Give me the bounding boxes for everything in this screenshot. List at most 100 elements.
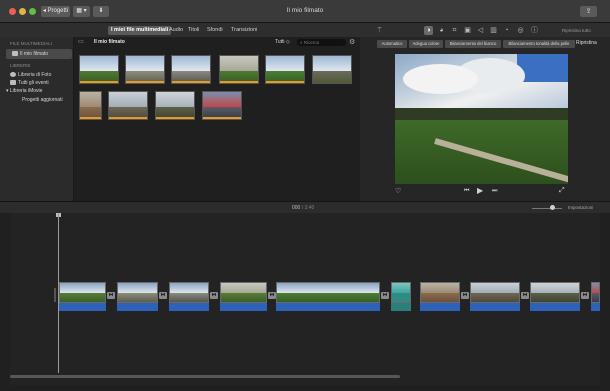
white-balance-button[interactable]: Bilanciamento del bianco bbox=[445, 40, 501, 48]
equalizer-icon[interactable]: ▥ bbox=[489, 26, 498, 35]
skip-forward-icon[interactable]: ⏭ bbox=[492, 188, 497, 195]
timeline-clip-title[interactable] bbox=[391, 282, 411, 303]
timeline-clip[interactable] bbox=[220, 282, 267, 303]
sidebar-item-imovie-library[interactable]: ▾ Libreria iMovie bbox=[6, 88, 42, 94]
media-clip[interactable] bbox=[125, 55, 165, 84]
projects-button[interactable]: ◂ Progetti bbox=[41, 6, 70, 17]
events-icon bbox=[10, 80, 16, 86]
transition-icon[interactable]: ⧓ bbox=[521, 292, 529, 299]
audio-waveform[interactable] bbox=[276, 303, 380, 311]
match-color-button[interactable]: Adegua colore bbox=[409, 40, 443, 48]
timecode: 000 / 3:40 bbox=[292, 205, 314, 211]
audio-waveform[interactable] bbox=[220, 303, 267, 311]
tab-titles[interactable]: Titoli bbox=[185, 26, 202, 35]
timeline-clip[interactable] bbox=[117, 282, 158, 303]
audio-waveform[interactable] bbox=[470, 303, 520, 311]
video-preview bbox=[395, 54, 568, 184]
timeline: ⧓ ⧓ ⧓ ⧓ ⧓ ⧓ ⧓ ⧓ bbox=[0, 213, 610, 391]
zoom-slider-knob[interactable] bbox=[550, 205, 555, 210]
timeline-clip[interactable] bbox=[59, 282, 106, 303]
media-clip[interactable] bbox=[171, 55, 211, 84]
volume-icon[interactable]: ◁ bbox=[476, 26, 485, 35]
tab-transitions[interactable]: Transizioni bbox=[228, 26, 260, 35]
timeline-clip[interactable] bbox=[470, 282, 520, 303]
toolbar: I miei file multimediali Audio Titoli Sf… bbox=[0, 23, 610, 37]
film-icon bbox=[12, 51, 18, 57]
maximize-window-button[interactable] bbox=[29, 8, 36, 15]
media-clip[interactable] bbox=[108, 91, 148, 120]
sidebar-item-label: Libreria di Foto bbox=[18, 72, 52, 78]
transition-icon[interactable]: ⧓ bbox=[381, 292, 389, 299]
window-title: Il mio filmato bbox=[286, 7, 324, 14]
timeline-clip[interactable] bbox=[169, 282, 209, 303]
zoom-slider[interactable] bbox=[532, 208, 562, 209]
stabilization-icon[interactable]: ▣ bbox=[463, 26, 472, 35]
transition-icon[interactable]: ⧓ bbox=[159, 292, 167, 299]
transition-icon[interactable]: ⧓ bbox=[107, 292, 115, 299]
import-icon[interactable]: ⬇ bbox=[93, 6, 109, 17]
tab-backgrounds[interactable]: Sfondi bbox=[204, 26, 226, 35]
sidebar-item-all-events[interactable]: Tutti gli eventi bbox=[10, 80, 49, 86]
skin-tone-balance-button[interactable]: Bilanciamento tonalità della pelle bbox=[503, 40, 575, 48]
reset-button[interactable]: Ripristina bbox=[576, 40, 597, 46]
audio-waveform[interactable] bbox=[420, 303, 460, 311]
color-correction-icon[interactable]: ◕ bbox=[437, 26, 446, 35]
tab-my-media[interactable]: I miei file multimediali bbox=[108, 26, 172, 35]
view-options-button[interactable]: ▦ ▾ bbox=[73, 6, 90, 17]
audio-waveform[interactable] bbox=[117, 303, 158, 311]
transition-icon[interactable]: ⧓ bbox=[581, 292, 589, 299]
timeline-clip[interactable] bbox=[530, 282, 580, 303]
sidebar-item-label: Il mio filmato bbox=[20, 51, 49, 57]
transition-icon[interactable]: ⧓ bbox=[210, 292, 218, 299]
close-window-button[interactable] bbox=[9, 8, 16, 15]
media-clip[interactable] bbox=[202, 91, 242, 120]
audio-waveform[interactable] bbox=[59, 303, 106, 311]
media-clip[interactable] bbox=[155, 91, 195, 120]
play-icon[interactable]: ▶ bbox=[477, 186, 483, 195]
favorite-heart-icon[interactable]: ♡ bbox=[395, 187, 401, 195]
search-input[interactable]: ⌕ Ricerca bbox=[297, 39, 346, 46]
timeline-scrollbar[interactable] bbox=[10, 375, 400, 378]
fullscreen-icon[interactable]: ⤢ bbox=[559, 187, 565, 195]
share-icon[interactable]: ⇪ bbox=[580, 6, 597, 17]
speed-icon[interactable]: ◔ bbox=[502, 26, 511, 35]
crop-icon[interactable]: ⌗ bbox=[450, 26, 459, 35]
timeline-header: 000 / 3:40 Impostazioni bbox=[0, 201, 610, 213]
audio-waveform[interactable] bbox=[391, 303, 411, 311]
timeline-start-edge bbox=[54, 288, 56, 302]
browser-title: Il mio filmato bbox=[94, 39, 125, 45]
sidebar-item-photos-library[interactable]: Libreria di Foto bbox=[10, 72, 51, 78]
audio-waveform[interactable] bbox=[530, 303, 580, 311]
timeline-clip[interactable] bbox=[420, 282, 460, 303]
media-clip[interactable] bbox=[265, 55, 305, 84]
sidebar-item-label: Progetti aggiornati bbox=[22, 97, 63, 103]
media-clip[interactable] bbox=[312, 55, 352, 84]
timeline-clip[interactable] bbox=[276, 282, 380, 303]
skip-back-icon[interactable]: ⏮ bbox=[464, 188, 469, 195]
filter-dropdown[interactable]: Tutti ◇ bbox=[275, 39, 290, 45]
sidebar-toggle-icon[interactable]: ▭ bbox=[78, 38, 84, 45]
minimize-window-button[interactable] bbox=[19, 8, 26, 15]
gear-icon[interactable]: ⚙ bbox=[349, 38, 355, 46]
sidebar-item-my-movie[interactable]: Il mio filmato bbox=[12, 51, 48, 57]
current-time: 000 bbox=[292, 205, 301, 211]
settings-button[interactable]: Impostazioni bbox=[568, 205, 593, 210]
filter-icon[interactable]: ◎ bbox=[516, 26, 525, 35]
auto-button[interactable]: Automatico bbox=[377, 40, 407, 48]
tab-audio[interactable]: Audio bbox=[166, 26, 186, 35]
magic-wand-icon[interactable]: ⚚ bbox=[375, 26, 384, 35]
media-clip[interactable] bbox=[79, 91, 102, 120]
media-clip[interactable] bbox=[219, 55, 259, 84]
audio-waveform[interactable] bbox=[169, 303, 209, 311]
reset-all-button[interactable]: Ripristina tutto bbox=[562, 28, 591, 33]
color-balance-icon[interactable]: ◑ bbox=[424, 26, 433, 35]
sidebar-item-updated-projects[interactable]: Progetti aggiornati bbox=[22, 97, 63, 103]
audio-waveform[interactable] bbox=[591, 303, 600, 311]
info-icon[interactable]: ⓘ bbox=[530, 26, 539, 35]
transition-icon[interactable]: ⧓ bbox=[268, 292, 276, 299]
media-clip[interactable] bbox=[79, 55, 119, 84]
sidebar: FILE MULTIMEDIALI Il mio filmato LIBRERI… bbox=[0, 37, 74, 201]
media-browser: ▭ Il mio filmato Tutti ◇ ⌕ Ricerca ⚙ bbox=[74, 37, 360, 201]
transition-icon[interactable]: ⧓ bbox=[461, 292, 469, 299]
timeline-clip[interactable] bbox=[591, 282, 600, 303]
